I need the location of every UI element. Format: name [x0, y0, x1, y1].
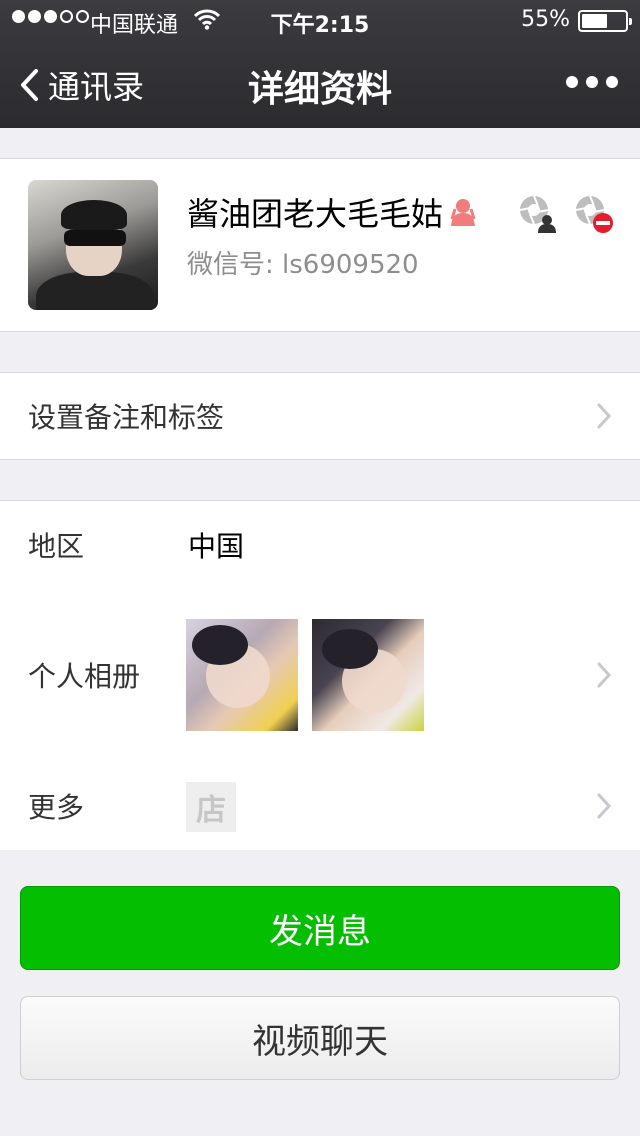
battery-icon [578, 10, 632, 32]
album-label: 个人相册 [28, 660, 141, 693]
chevron-right-icon [597, 793, 612, 819]
set-remark-and-tags-row[interactable]: 设置备注和标签 [0, 372, 640, 460]
profile-name: 酱油团老大毛毛姑 [187, 195, 444, 233]
album-thumbnail [186, 619, 298, 731]
video-chat-button[interactable]: 视频聊天 [20, 996, 620, 1080]
chevron-right-icon [597, 662, 612, 688]
battery-percent: 55% [521, 7, 570, 32]
more-options-button[interactable] [566, 76, 618, 88]
region-row: 地区 中国 [0, 501, 640, 588]
more-dot [586, 76, 598, 88]
moments-blocked-icon [575, 195, 613, 233]
avatar[interactable] [28, 180, 158, 310]
region-value: 中国 [188, 529, 245, 563]
more-dot [566, 76, 578, 88]
page-title: 详细资料 [247, 69, 392, 110]
wechat-id-value: ls6909520 [282, 250, 419, 280]
region-label: 地区 [28, 529, 85, 563]
more-info-row[interactable]: 更多 店 [0, 762, 640, 850]
moments-hidden-from-contact-icon [519, 195, 556, 233]
shop-icon: 店 [186, 782, 236, 832]
personal-album-row[interactable]: 个人相册 [0, 588, 640, 762]
more-dot [606, 76, 618, 88]
album-thumbnail [312, 619, 424, 731]
navigation-bar: 中国联通 下午2:15 55% 通讯录 详细资料 [0, 0, 640, 128]
chevron-right-icon [597, 403, 612, 429]
info-group: 地区 中国 个人相册 更多 店 [0, 500, 640, 850]
female-icon [450, 199, 476, 226]
wechat-id: 微信号: ls6909520 [187, 244, 419, 281]
more-label: 更多 [28, 791, 85, 824]
profile-name-row: 酱油团老大毛毛姑 [187, 189, 477, 235]
profile-card: 酱油团老大毛毛姑 微信号: ls6909520 [0, 158, 640, 332]
status-bar: 中国联通 下午2:15 55% [0, 0, 640, 40]
wechat-id-label: 微信号: [187, 250, 274, 280]
privacy-status-icons [518, 194, 614, 234]
send-message-button[interactable]: 发消息 [20, 886, 620, 970]
remark-label: 设置备注和标签 [28, 401, 225, 434]
